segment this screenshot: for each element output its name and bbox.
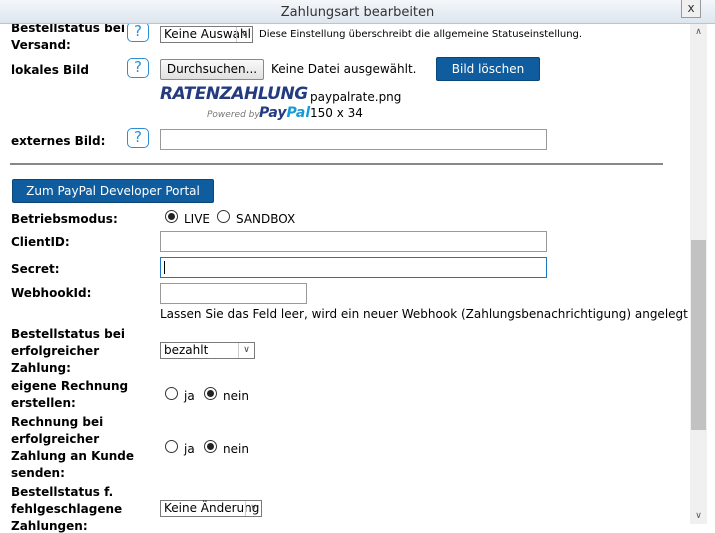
logo-brand-text: RATENZAHLUNG (160, 84, 308, 104)
label-bestellstatus-fehl: Bestellstatus f. fehlgeschlagene Zahlung… (11, 484, 122, 533)
radio-rechnung-nein[interactable] (204, 387, 217, 400)
radio-rechnung-ja-label: ja (184, 389, 195, 403)
scroll-up-icon[interactable]: ∧ (690, 24, 707, 40)
chevron-down-icon: ∨ (236, 27, 252, 42)
help-icon[interactable]: ? (127, 24, 149, 42)
help-icon[interactable]: ? (127, 58, 149, 78)
chevron-down-icon: ∨ (238, 343, 254, 358)
label-webhook-id: WebhookId: (11, 286, 92, 300)
label-line: Zahlung an Kunde (11, 449, 135, 463)
label-line: Zahlung: (11, 361, 71, 375)
radio-live-label: LIVE (184, 212, 211, 226)
label-line: Versand: (11, 38, 71, 52)
browse-button[interactable]: Durchsuchen... (160, 59, 264, 80)
file-status: Keine Datei ausgewählt. (271, 62, 417, 76)
radio-rechnung-ja[interactable] (165, 387, 178, 400)
label-line: erfolgreicher (11, 432, 100, 446)
radio-sandbox-label: SANDBOX (236, 212, 296, 226)
label-betriebsmodus: Betriebsmodus: (11, 212, 118, 226)
paypal-logo: PayPal (259, 105, 310, 121)
radio-rechnung-nein-label: nein (223, 389, 249, 403)
radio-kunde-ja[interactable] (165, 440, 178, 453)
label-eigene-rechnung: eigene Rechnung erstellen: (11, 378, 128, 412)
form-content: Bestellstatus bei Versand: ? Keine Auswa… (0, 24, 690, 533)
close-icon[interactable]: x (681, 0, 701, 18)
chevron-down-icon: ∨ (245, 501, 261, 516)
versand-note: Diese Einstellung überschreibt die allge… (259, 29, 583, 40)
radio-live[interactable] (165, 210, 178, 223)
label-line: Bestellstatus bei (11, 24, 125, 35)
delete-image-button[interactable]: Bild löschen (436, 57, 540, 81)
label-line: Bestellstatus bei (11, 327, 125, 341)
radio-kunde-nein[interactable] (204, 440, 217, 453)
label-rechnung-kunde: Rechnung bei erfolgreicher Zahlung an Ku… (11, 414, 134, 482)
label-line: erfolgreicher (11, 344, 100, 358)
label-line: Bestellstatus f. (11, 485, 114, 499)
versand-status-select[interactable]: Keine Auswahl ∨ (160, 26, 253, 43)
radio-kunde-ja-label: ja (184, 442, 195, 456)
label-line: Zahlungen: (11, 519, 88, 533)
radio-sandbox[interactable] (217, 210, 230, 223)
label-client-id: ClientID: (11, 235, 70, 249)
label-line: senden: (11, 466, 65, 480)
label-bestellstatus-erfolg: Bestellstatus bei erfolgreicher Zahlung: (11, 326, 125, 377)
text-cursor (164, 261, 165, 274)
label-secret: Secret: (11, 262, 60, 276)
radio-kunde-nein-label: nein (223, 442, 249, 456)
scroll-down-icon[interactable]: ∨ (690, 508, 707, 524)
label-bestellstatus-versand: Bestellstatus bei Versand: (11, 24, 125, 54)
ratenzahlung-logo: RATENZAHLUNG Powered by PayPal (160, 84, 310, 124)
label-line: eigene Rechnung (11, 379, 129, 393)
client-id-input[interactable] (160, 231, 547, 252)
image-dimensions: 150 x 34 (310, 106, 363, 120)
window-title: Zahlungsart bearbeiten (280, 5, 435, 20)
success-status-select[interactable]: bezahlt ∨ (160, 342, 255, 359)
help-icon[interactable]: ? (127, 128, 149, 148)
label-line: erstellen: (11, 396, 76, 410)
section-divider (10, 163, 663, 165)
paypal-portal-button[interactable]: Zum PayPal Developer Portal (12, 179, 214, 203)
label-externes-bild: externes Bild: (11, 134, 106, 148)
label-line: Rechnung bei (11, 415, 104, 429)
label-line: fehlgeschlagene (11, 502, 123, 516)
title-bar: Zahlungsart bearbeiten x (0, 0, 715, 24)
label-lokales-bild: lokales Bild (11, 63, 89, 77)
failed-status-select[interactable]: Keine Änderung ∨ (160, 500, 262, 517)
paypal-pal: Pal (286, 105, 311, 121)
webhook-id-input[interactable] (160, 283, 307, 304)
vertical-scrollbar[interactable]: ∧ ∨ (690, 24, 707, 524)
secret-input[interactable] (160, 257, 547, 278)
scroll-thumb[interactable] (691, 240, 706, 430)
select-value: bezahlt (164, 343, 209, 357)
image-filename: paypalrate.png (310, 90, 402, 104)
logo-powered-text: Powered by (207, 110, 260, 120)
external-image-input[interactable] (160, 129, 547, 150)
webhook-hint: Lassen Sie das Feld leer, wird ein neuer… (160, 307, 688, 321)
paypal-pay: Pay (259, 105, 287, 121)
